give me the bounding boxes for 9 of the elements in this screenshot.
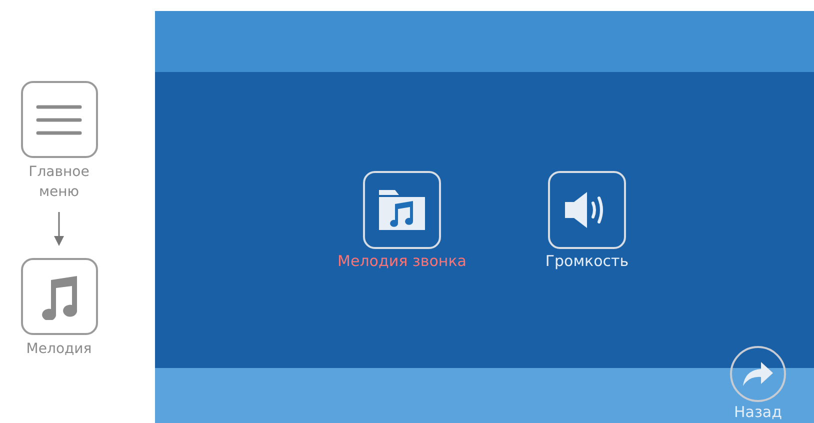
menu-icon — [35, 102, 83, 136]
music-folder-icon — [379, 190, 425, 230]
step-label: Мелодия — [25, 340, 93, 359]
ringtone-option[interactable]: Мелодия звонка — [327, 171, 477, 271]
music-note-icon — [39, 274, 79, 320]
step-label: Главное меню — [28, 163, 90, 202]
down-arrow-icon — [54, 212, 64, 246]
back-button[interactable]: Назад — [730, 346, 786, 421]
volume-option[interactable]: Громкость — [512, 171, 662, 271]
